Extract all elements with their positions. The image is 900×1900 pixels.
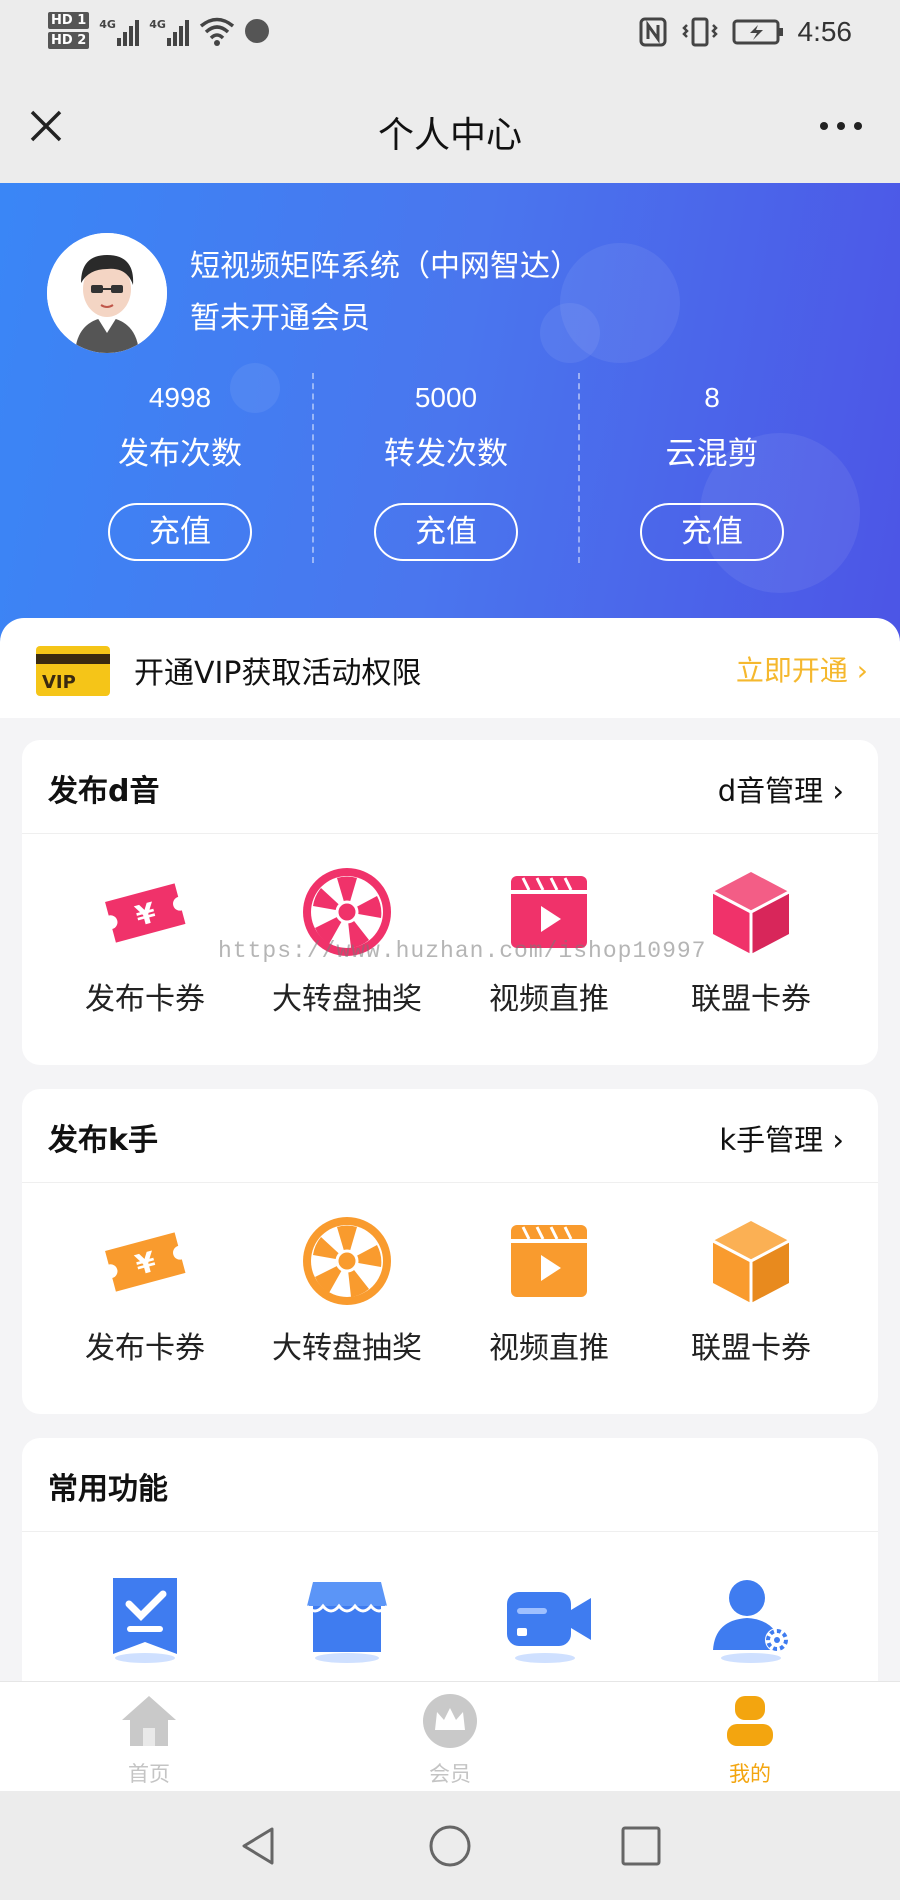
user-nickname: 短视频矩阵系统（中网智达） (190, 249, 580, 284)
profile-icon (727, 1696, 773, 1746)
network-label-2: 4G (149, 17, 166, 31)
vibrate-icon (681, 17, 718, 47)
signal-icon-2: 4G (149, 16, 190, 46)
task-icon (113, 1578, 177, 1663)
section-kuaishou: 发布k手 k手管理 › ¥ 发布卡券 大转盘抽奖 视频直推 联盟卡券 (22, 1089, 878, 1414)
video-push-item[interactable]: 视频直推 (448, 1213, 650, 1367)
camera-item[interactable] (448, 1570, 650, 1670)
network-label-1: 4G (99, 17, 116, 31)
tab-label: 首页 (128, 1762, 170, 1786)
publish-coupon-item[interactable]: ¥ 发布卡券 (44, 1213, 246, 1367)
stat-value: 8 (704, 382, 720, 413)
alliance-coupon-item[interactable]: 联盟卡券 (650, 1213, 852, 1367)
hd-indicator: HD 1 HD 2 (48, 12, 90, 49)
recharge-button[interactable]: 充值 (374, 503, 518, 561)
more-icon[interactable] (820, 122, 862, 130)
recents-icon[interactable] (618, 1823, 664, 1869)
stat-label: 发布次数 (118, 436, 242, 472)
vip-card-icon: VIP (36, 646, 110, 696)
vip-promo-text: 开通VIP获取活动权限 (134, 656, 422, 691)
hd1-label: HD 1 (48, 12, 90, 29)
stat-value: 5000 (414, 382, 478, 413)
hd2-label: HD 2 (48, 32, 90, 49)
camera-icon (507, 1592, 591, 1663)
notification-dot-icon (245, 18, 270, 43)
recharge-button[interactable]: 充值 (108, 503, 252, 561)
avatar[interactable] (47, 233, 167, 353)
task-item[interactable] (44, 1570, 246, 1670)
system-navigation-bar (0, 1791, 900, 1900)
signal-icon: 4G (99, 16, 140, 46)
box-icon (712, 872, 790, 954)
user-settings-icon (713, 1580, 789, 1663)
lucky-wheel-item[interactable]: 大转盘抽奖 (246, 1213, 448, 1367)
bottom-tab-bar: 首页 会员 我的 (0, 1681, 900, 1791)
watermark-text: https://www.huzhan.com/ishop10997 (218, 938, 707, 964)
user-settings-item[interactable] (650, 1570, 852, 1670)
stat-label: 转发次数 (384, 436, 508, 472)
wheel-icon (303, 1217, 391, 1305)
stat-publish: 4998 发布次数 充值 (47, 378, 313, 561)
membership-status: 暂未开通会员 (190, 301, 370, 336)
stat-label: 云混剪 (665, 436, 759, 472)
wifi-icon (200, 17, 235, 46)
clock: 4:56 (797, 16, 853, 47)
section-title: 发布k手 (48, 1123, 158, 1158)
tab-label: 我的 (729, 1762, 771, 1786)
status-bar: HD 1 HD 2 4G 4G 4:56 (0, 0, 900, 80)
item-label: 视频直推 (489, 982, 609, 1017)
shop-icon (305, 1582, 389, 1663)
section-title: 常用功能 (48, 1472, 168, 1507)
crown-icon (423, 1694, 477, 1748)
stat-cloud-mix: 8 云混剪 充值 (579, 378, 845, 561)
item-label: 大转盘抽奖 (272, 982, 422, 1017)
box-icon (712, 1221, 790, 1303)
item-label: 联盟卡券 (691, 1331, 811, 1366)
home-circle-icon[interactable] (427, 1823, 473, 1869)
title-bar: 个人中心 (0, 80, 900, 183)
section-title: 发布d音 (48, 774, 160, 809)
battery-icon (732, 19, 783, 45)
vip-badge: VIP (42, 672, 76, 693)
tab-label: 会员 (429, 1762, 471, 1786)
item-label: 联盟卡券 (691, 982, 811, 1017)
back-icon[interactable] (236, 1823, 282, 1869)
tab-mine[interactable]: 我的 (690, 1692, 810, 1788)
coupon-icon: ¥ (105, 1232, 186, 1292)
section-douyin: 发布d音 d音管理 › ¥ 发布卡券 大转盘抽奖 视频直推 联盟卡券 (22, 740, 878, 1065)
item-label: 发布卡券 (85, 1331, 205, 1366)
open-vip-link[interactable]: 立即开通 › (736, 649, 868, 689)
shop-item[interactable] (246, 1570, 448, 1670)
avatar-image (47, 233, 167, 353)
publish-coupon-item[interactable]: ¥ 发布卡券 (44, 864, 246, 1018)
item-label: 大转盘抽奖 (272, 1331, 422, 1366)
stat-forward: 5000 转发次数 充值 (313, 378, 579, 561)
recharge-button[interactable]: 充值 (640, 503, 784, 561)
douyin-manage-link[interactable]: d音管理 › (718, 768, 844, 810)
page-title: 个人中心 (377, 115, 522, 156)
home-icon (122, 1696, 176, 1746)
tab-member[interactable]: 会员 (390, 1692, 510, 1788)
item-label: 发布卡券 (85, 982, 205, 1017)
coupon-icon: ¥ (105, 883, 186, 943)
video-icon (511, 1225, 587, 1297)
stat-value: 4998 (148, 382, 212, 413)
profile-header: 短视频矩阵系统（中网智达） 暂未开通会员 4998 发布次数 充值 5000 转… (0, 183, 900, 643)
vip-banner[interactable]: VIP 开通VIP获取活动权限 立即开通 › (0, 618, 900, 718)
item-label: 视频直推 (489, 1331, 609, 1366)
nfc-icon (639, 17, 666, 47)
kuaishou-manage-link[interactable]: k手管理 › (719, 1117, 844, 1159)
tab-home[interactable]: 首页 (89, 1692, 209, 1788)
